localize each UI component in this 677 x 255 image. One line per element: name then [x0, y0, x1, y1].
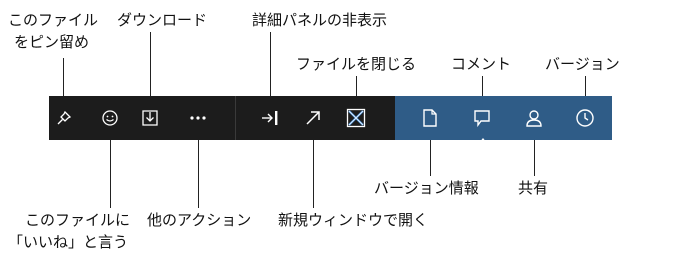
share-label: 共有 [518, 179, 549, 197]
more-icon [189, 115, 207, 121]
open-new-window-button[interactable] [298, 103, 328, 133]
version-info-leader [430, 140, 431, 176]
active-tab-indicator [479, 138, 487, 143]
hide-details-leader [270, 32, 271, 102]
document-icon [422, 109, 438, 127]
pin-icon [56, 110, 72, 126]
pin-button[interactable] [49, 103, 79, 133]
open-new-window-leader [313, 140, 314, 208]
hide-details-label: 詳細パネルの非表示 [252, 11, 388, 29]
version-button[interactable] [570, 103, 600, 133]
version-info-button[interactable] [415, 103, 445, 133]
download-leader [150, 32, 151, 102]
more-actions-label: 他のアクション [147, 211, 252, 229]
pin-label-line1: このファイル [8, 11, 99, 29]
download-label: ダウンロード [117, 11, 208, 29]
close-file-label: ファイルを閉じる [296, 55, 417, 73]
share-button[interactable] [519, 103, 549, 133]
download-button[interactable] [135, 103, 165, 133]
share-leader [534, 140, 535, 176]
like-label-line2: 「いいね」と言う [8, 233, 129, 251]
comment-label: コメント [451, 55, 512, 73]
open-new-window-label: 新規ウィンドウで開く [278, 211, 429, 229]
more-actions-button[interactable] [183, 103, 213, 133]
clock-icon [575, 108, 595, 128]
more-actions-leader [198, 140, 199, 208]
close-file-button[interactable] [341, 103, 371, 133]
comment-button[interactable] [467, 103, 497, 133]
pin-label-line2: をピン留め [14, 33, 90, 51]
like-button[interactable] [95, 103, 125, 133]
version-label: バージョン [545, 55, 620, 73]
download-icon [141, 109, 159, 127]
toolbar-divider [235, 96, 236, 140]
person-icon [525, 109, 543, 127]
file-viewer-toolbar [49, 96, 612, 140]
comment-icon [473, 109, 491, 127]
close-icon [346, 108, 366, 128]
collapse-panel-icon [261, 110, 279, 126]
smiley-icon [101, 109, 119, 127]
like-leader [110, 140, 111, 208]
like-label-line1: このファイルに [25, 211, 131, 229]
hide-details-button[interactable] [255, 103, 285, 133]
version-info-label: バージョン情報 [374, 179, 479, 197]
open-new-window-icon [304, 109, 322, 127]
